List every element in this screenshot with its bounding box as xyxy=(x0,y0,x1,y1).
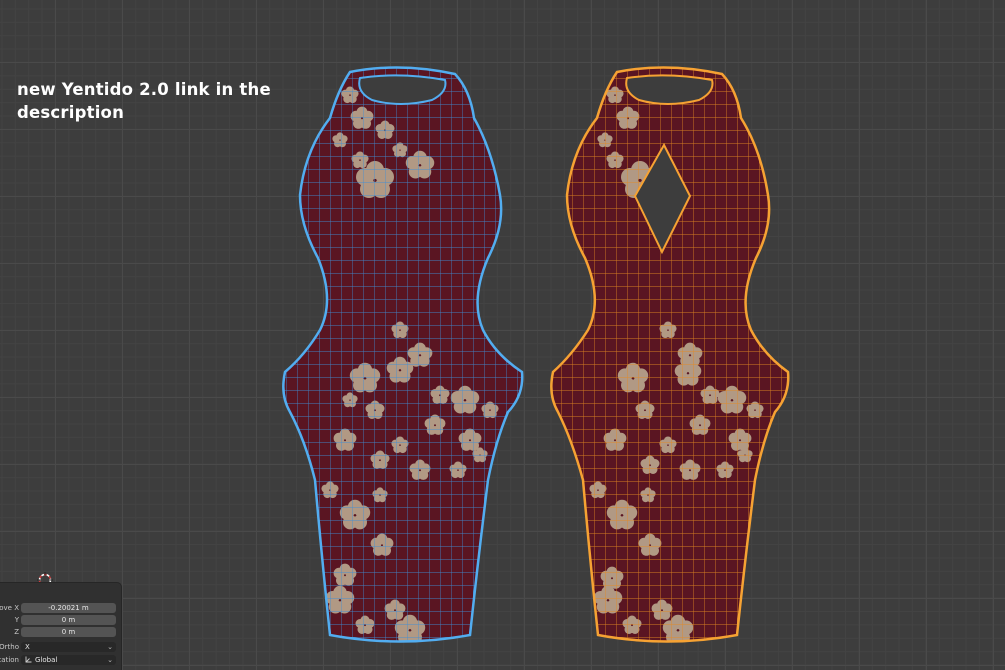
neckline-left xyxy=(358,74,447,105)
ortho-dropdown[interactable]: X ⌄ xyxy=(21,642,116,652)
orientation-row: Orientation Global ⌄ xyxy=(0,655,121,666)
chevron-down-icon: ⌄ xyxy=(107,643,113,651)
dress-right xyxy=(550,66,790,643)
neckline-right xyxy=(625,74,714,105)
ortho-row: Ortho X ⌄ xyxy=(0,642,121,653)
orientation-label: Orientation xyxy=(0,656,19,664)
chevron-down-icon: ⌄ xyxy=(107,656,113,664)
dress-left xyxy=(282,66,524,643)
move-z-row: Z 0 m xyxy=(0,627,121,638)
overlay-caption-line1: new Yentido 2.0 link in the xyxy=(17,80,271,99)
orientation-value: Global xyxy=(35,656,58,664)
ortho-value: X xyxy=(25,643,30,651)
move-y-label: Y xyxy=(14,616,19,624)
global-axes-icon xyxy=(25,656,32,663)
orientation-dropdown[interactable]: Global ⌄ xyxy=(21,655,116,665)
move-x-field[interactable]: -0.20021 m xyxy=(21,603,116,613)
overlay-caption: new Yentido 2.0 link in the description xyxy=(17,78,307,124)
move-y-field[interactable]: 0 m xyxy=(21,615,116,625)
ortho-label: Ortho xyxy=(0,643,19,651)
move-x-label: Move X xyxy=(0,604,19,612)
move-y-row: Y 0 m xyxy=(0,615,121,626)
move-z-field[interactable]: 0 m xyxy=(21,627,116,637)
overlay-caption-line2: description xyxy=(17,103,125,122)
adjust-last-operation-panel[interactable]: Move X -0.20021 m Y 0 m Z 0 m Ortho X ⌄ … xyxy=(0,583,121,670)
move-z-label: Z xyxy=(14,628,19,636)
move-x-row: Move X -0.20021 m xyxy=(0,603,121,614)
